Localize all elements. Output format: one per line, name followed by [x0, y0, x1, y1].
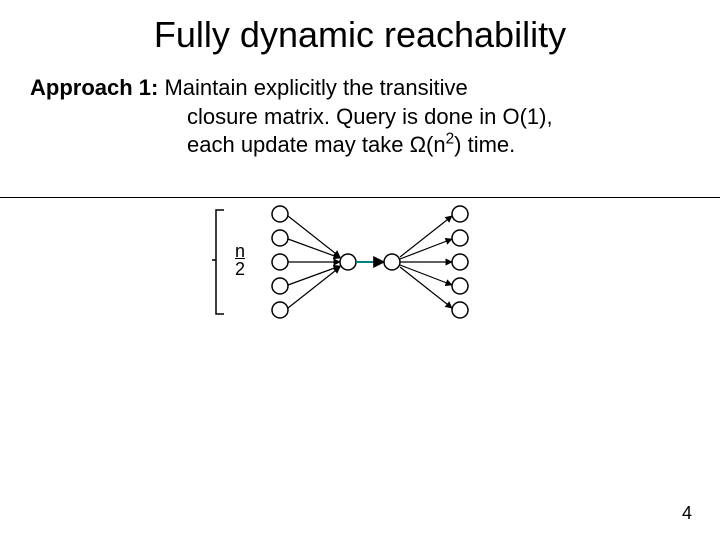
- line3c: ) time.: [454, 132, 515, 157]
- frac-denominator: 2: [235, 260, 245, 278]
- line2: closure matrix. Query is done in O(1),: [187, 104, 553, 129]
- approach-paragraph: Approach 1: Maintain explicitly the tran…: [30, 74, 690, 160]
- bracket-icon: [210, 208, 226, 316]
- approach-label: Approach 1:: [30, 75, 158, 100]
- graph-figure: n 2: [180, 202, 520, 332]
- bipartite-graph-icon: [180, 202, 520, 332]
- line3-sup: 2: [446, 131, 455, 148]
- fraction-label: n 2: [235, 242, 245, 278]
- omega-symbol: Ω: [410, 132, 426, 157]
- page-title: Fully dynamic reachability: [0, 0, 720, 56]
- line1-rest: Maintain explicitly the transitive: [158, 75, 467, 100]
- line3a: each update may take: [187, 132, 410, 157]
- line3b: (n: [426, 132, 446, 157]
- divider: [0, 197, 720, 198]
- page-number: 4: [682, 503, 692, 524]
- frac-numerator: n: [235, 242, 245, 260]
